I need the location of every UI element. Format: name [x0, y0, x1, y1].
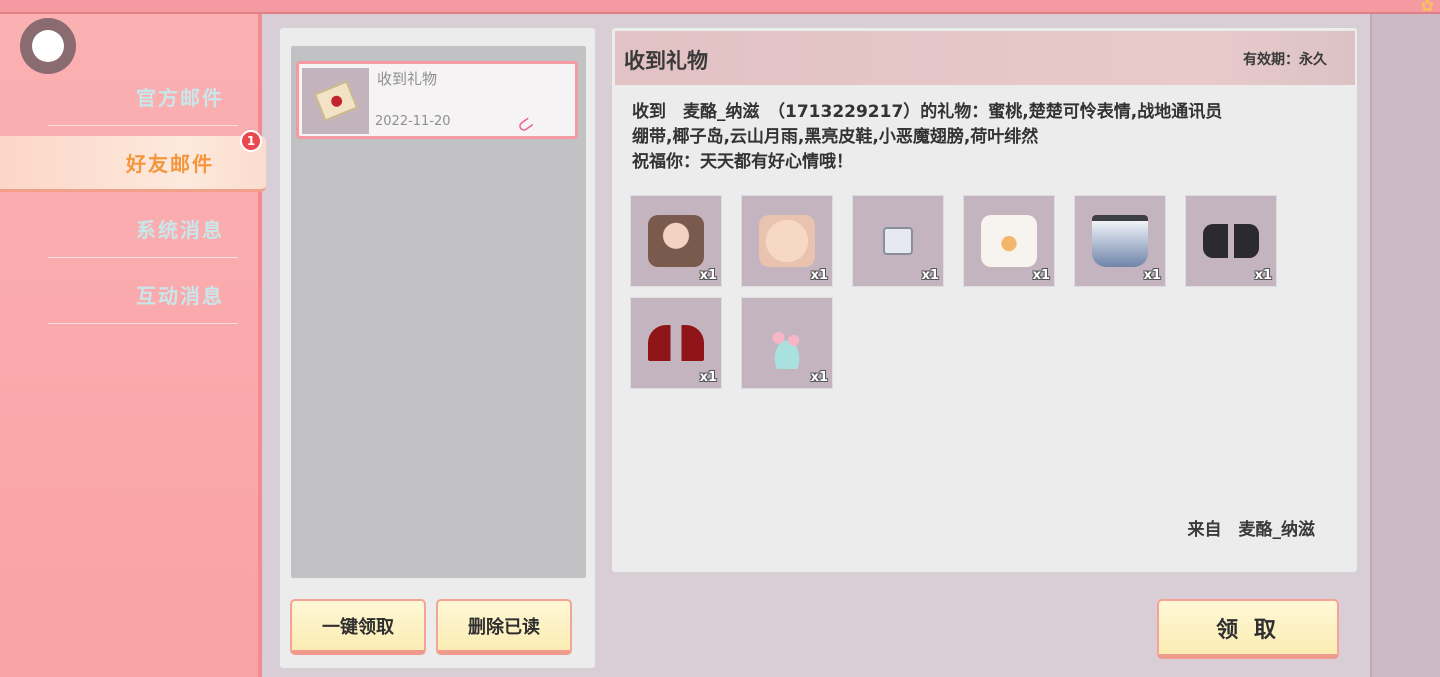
item-quantity: x1 — [1254, 268, 1272, 283]
skirt-icon[interactable]: x1 — [1074, 195, 1166, 287]
item-quantity: x1 — [1032, 268, 1050, 283]
hair-item-icon[interactable]: x1 — [630, 195, 722, 287]
mail-detail-panel: 收到礼物 有效期：永久 收到 麦酪_纳滋 （1713229217）的礼物：蜜桃,… — [611, 27, 1358, 573]
sender-label: 来自 麦酪_纳滋 — [1187, 520, 1316, 540]
top-bar: ✿ — [0, 0, 1440, 15]
sidebar: 官方邮件 好友邮件 1 系统消息 互动消息 — [0, 14, 266, 677]
sidebar-item-label: 互动消息 — [136, 284, 224, 308]
message-line: 祝福你：天天都有好心情哦！ — [632, 152, 853, 172]
delete-read-button[interactable]: 删除已读 — [436, 599, 572, 655]
sidebar-item-label: 系统消息 — [136, 218, 224, 242]
item-quantity: x1 — [699, 268, 717, 283]
unread-badge: 1 — [240, 130, 262, 152]
decoration-icon: ✿ — [1420, 0, 1434, 15]
mail-list-item[interactable]: 收到礼物 2022-11-20 ⊂ — [296, 61, 578, 139]
mail-item-title: 收到礼物 — [377, 70, 438, 88]
right-decoration-strip — [1370, 14, 1440, 677]
claim-all-button[interactable]: 一键领取 — [290, 599, 426, 655]
sidebar-item-label: 官方邮件 — [136, 86, 224, 110]
sidebar-item-system-messages[interactable]: 系统消息 — [48, 200, 238, 258]
shoes-icon[interactable]: x1 — [1185, 195, 1277, 287]
avatar[interactable] — [20, 18, 76, 74]
validity-label: 有效期：永久 — [1243, 52, 1327, 68]
item-quantity: x1 — [699, 370, 717, 385]
sidebar-item-official-mail[interactable]: 官方邮件 — [48, 68, 238, 126]
item-quantity: x1 — [810, 370, 828, 385]
claim-button[interactable]: 领 取 — [1157, 599, 1339, 659]
sidebar-item-friend-mail[interactable]: 好友邮件 1 — [0, 130, 266, 192]
item-quantity: x1 — [1143, 268, 1161, 283]
shirt-icon[interactable]: x1 — [963, 195, 1055, 287]
attachment-icon: ⊂ — [511, 109, 539, 140]
message-line: 收到 麦酪_纳滋 （1713229217）的礼物：蜜桃,楚楚可怜表情,战地通讯员 — [632, 102, 1223, 122]
mail-item-date: 2022-11-20 — [375, 114, 451, 129]
mail-list-panel: 收到礼物 2022-11-20 ⊂ 一键领取 删除已读 — [279, 27, 596, 669]
mail-list[interactable]: 收到礼物 2022-11-20 ⊂ — [291, 46, 586, 578]
sidebar-item-interaction-messages[interactable]: 互动消息 — [48, 266, 238, 324]
avatar-inner — [32, 30, 64, 62]
sidebar-item-label: 好友邮件 — [126, 152, 214, 176]
lotus-pond-icon[interactable]: x1 — [741, 297, 833, 389]
detail-title: 收到礼物 — [624, 49, 708, 73]
detail-header: 收到礼物 有效期：永久 — [615, 31, 1355, 85]
envelope-icon — [302, 68, 369, 134]
item-quantity: x1 — [810, 268, 828, 283]
mail-message: 收到 麦酪_纳滋 （1713229217）的礼物：蜜桃,楚楚可怜表情,战地通讯员… — [632, 100, 1332, 175]
face-expression-icon[interactable]: x1 — [741, 195, 833, 287]
message-line: 绷带,椰子岛,云山月雨,黑亮皮鞋,小恶魔翅膀,荷叶绯然 — [632, 127, 1039, 147]
bandage-icon[interactable]: x1 — [852, 195, 944, 287]
item-quantity: x1 — [921, 268, 939, 283]
devil-wings-icon[interactable]: x1 — [630, 297, 722, 389]
